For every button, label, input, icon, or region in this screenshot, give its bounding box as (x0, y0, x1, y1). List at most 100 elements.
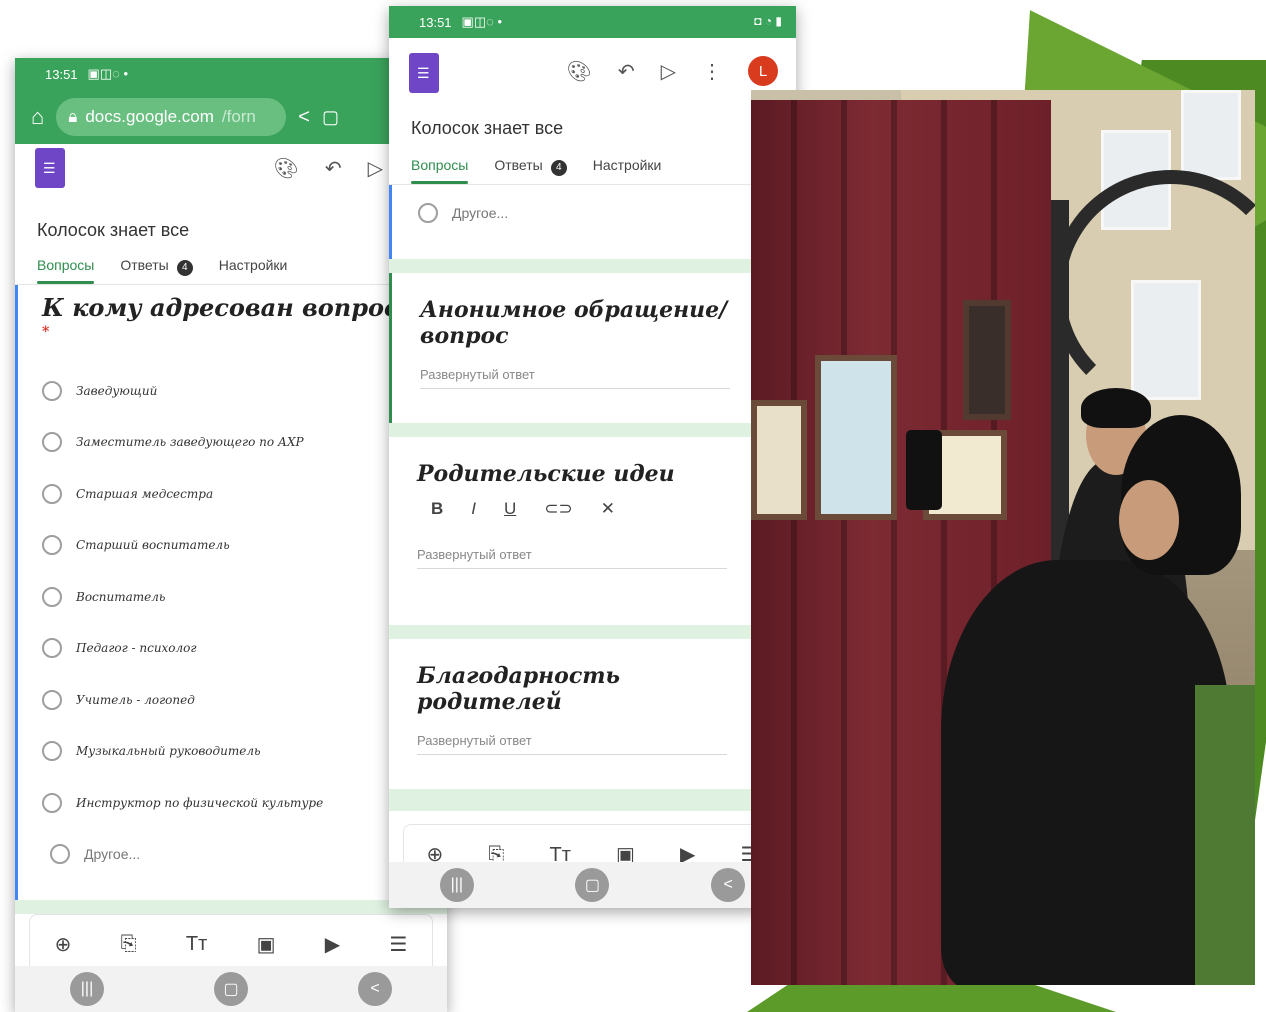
section-separator (15, 900, 447, 914)
radio-button[interactable] (42, 586, 62, 607)
tab-answers[interactable]: Ответы 4 (494, 157, 567, 184)
android-nav-bar: ||| ▢ < (15, 966, 447, 1012)
radio-button[interactable] (42, 483, 62, 504)
radio-button[interactable] (42, 535, 62, 556)
more-vertical-icon[interactable]: ⋮ (702, 59, 722, 84)
question-toolbar: ⊕ ⎘ Tт ▣ ▶ ☰ (29, 914, 433, 974)
format-toolbar: B I U ⊂⊃ ✕ (431, 499, 768, 519)
recents-icon[interactable]: ||| (70, 972, 104, 1006)
send-icon[interactable]: ▷ (368, 156, 383, 181)
forms-toolbar: 🎨︎ ↶ ▷ ⋮ L (389, 38, 796, 108)
palette-icon[interactable]: 🎨︎ (273, 156, 298, 181)
option-item[interactable]: Педагог - психолог (42, 623, 423, 675)
tab-answers-label: Ответы (494, 157, 543, 173)
option-label: Заместитель заведующего по АХР (76, 435, 304, 450)
tab-settings[interactable]: Настройки (593, 157, 662, 184)
palette-icon[interactable]: 🎨︎ (566, 59, 591, 84)
home-nav-icon[interactable]: ▢ (214, 972, 248, 1006)
previous-question-card[interactable]: Другое... (389, 185, 796, 259)
url-domain: docs.google.com (85, 107, 214, 126)
video-icon[interactable]: ▶ (325, 932, 340, 957)
system-icons: ◘ ◔ ▮ (754, 14, 782, 28)
avatar[interactable]: L (748, 56, 778, 86)
photo-smartphone (906, 430, 942, 510)
toolbar-icons: 🎨︎ ↶ ▷ ⋮ L (566, 56, 778, 86)
bold-icon[interactable]: B (431, 499, 443, 519)
status-bar: 13:51 ▣◫◌ • ◘ ◔ ▮ (389, 6, 796, 38)
radio-button[interactable] (42, 689, 62, 710)
radio-button[interactable] (42, 432, 62, 453)
undo-icon[interactable]: ↶ (618, 59, 635, 84)
long-answer-placeholder: Развернутый ответ (417, 733, 727, 755)
url-field[interactable]: 🔒︎ docs.google.com/forn (56, 98, 287, 136)
import-question-icon[interactable]: ⎘ (121, 933, 137, 956)
form-title: Колосок знает все (411, 118, 564, 138)
radio-button[interactable] (418, 203, 438, 223)
photo-woman-front (941, 560, 1231, 985)
tab-questions[interactable]: Вопросы (37, 257, 95, 284)
tab-settings[interactable]: Настройки (219, 257, 288, 284)
question-card-anonymous[interactable]: Анонимное обращение/вопрос Развернутый о… (389, 273, 796, 423)
status-bar: 13:51 ▣◫◌ • ◘ ◔ (15, 58, 447, 90)
phone-screenshot-text-questions: 13:51 ▣◫◌ • ◘ ◔ ▮ 🎨︎ ↶ ▷ ⋮ L Колосок зна… (389, 6, 796, 908)
recents-icon[interactable]: ||| (439, 868, 474, 902)
option-item[interactable]: Инструктор по физической культуре (42, 777, 423, 829)
photo-hair (1081, 388, 1151, 428)
option-item[interactable]: Учитель - логопед (42, 674, 423, 726)
option-item[interactable]: Музыкальный руководитель (42, 726, 423, 778)
option-item[interactable]: Заведующий (42, 365, 423, 417)
url-path: /forn (221, 107, 256, 126)
option-item[interactable]: Старший воспитатель (42, 520, 423, 572)
browser-url-bar: ⌂ 🔒︎ docs.google.com/forn < ▢ (15, 90, 447, 144)
lock-icon: 🔒︎ (68, 107, 78, 126)
share-icon[interactable]: < (298, 106, 310, 129)
photo-memorial-plaque (963, 300, 1011, 420)
photo-greenery (1195, 685, 1255, 985)
forms-logo (409, 53, 439, 93)
section-icon[interactable]: ☰ (389, 932, 407, 957)
question-card-parent-ideas[interactable]: Родительские идеи B I U ⊂⊃ ✕ Развернутый… (389, 437, 796, 625)
underline-icon[interactable]: U (504, 499, 516, 519)
tab-answers[interactable]: Ответы 4 (120, 257, 193, 284)
radio-button[interactable] (42, 792, 62, 813)
notification-icons: ▣◫◌ • (87, 66, 129, 81)
section-separator (389, 625, 796, 639)
home-nav-icon[interactable]: ▢ (575, 868, 610, 902)
option-other[interactable]: Другое... (418, 201, 770, 225)
question-card[interactable]: К кому адресован вопрос ? * Заведующий За… (15, 285, 447, 900)
image-icon[interactable]: ▣ (257, 932, 276, 957)
title-text-icon[interactable]: Tт (186, 933, 207, 956)
back-icon[interactable]: < (711, 868, 746, 902)
home-icon[interactable]: ⌂ (31, 104, 44, 130)
italic-icon[interactable]: I (471, 499, 476, 519)
option-label: Воспитатель (76, 589, 166, 604)
radio-button[interactable] (42, 380, 62, 401)
option-item[interactable]: Воспитатель (42, 571, 423, 623)
undo-icon[interactable]: ↶ (325, 156, 342, 181)
option-other[interactable]: Другое... (42, 829, 423, 881)
link-icon[interactable]: ⊂⊃ (544, 499, 573, 519)
status-time: 13:51 (45, 66, 78, 82)
send-icon[interactable]: ▷ (661, 59, 676, 84)
radio-button[interactable] (42, 741, 62, 762)
tab-questions[interactable]: Вопросы (411, 157, 469, 184)
add-circle-icon[interactable]: ⊕ (55, 932, 72, 957)
option-label: Инструктор по физической культуре (76, 795, 324, 810)
option-label: Старший воспитатель (76, 538, 230, 553)
option-other-label: Другое... (84, 846, 141, 863)
form-tabs: Вопросы Ответы 4 Настройки (15, 257, 447, 285)
radio-button[interactable] (50, 844, 70, 865)
form-title: Колосок знает все (37, 220, 190, 240)
option-item[interactable]: Заместитель заведующего по АХР (42, 417, 423, 469)
option-item[interactable]: Старшая медсестра (42, 468, 423, 520)
android-nav-bar: ||| ▢ < (389, 862, 796, 908)
photo-face (1119, 480, 1179, 560)
answers-count-badge: 4 (176, 260, 193, 276)
radio-button[interactable] (42, 638, 62, 659)
clear-format-icon[interactable]: ✕ (601, 499, 615, 519)
question-title-text: К кому адресован вопрос ? (42, 293, 422, 322)
section-separator (389, 423, 796, 437)
tab-switcher-icon[interactable]: ▢ (322, 107, 339, 128)
question-card-gratitude[interactable]: Благодарность родителей Развернутый отве… (389, 639, 796, 789)
back-icon[interactable]: < (358, 972, 392, 1006)
